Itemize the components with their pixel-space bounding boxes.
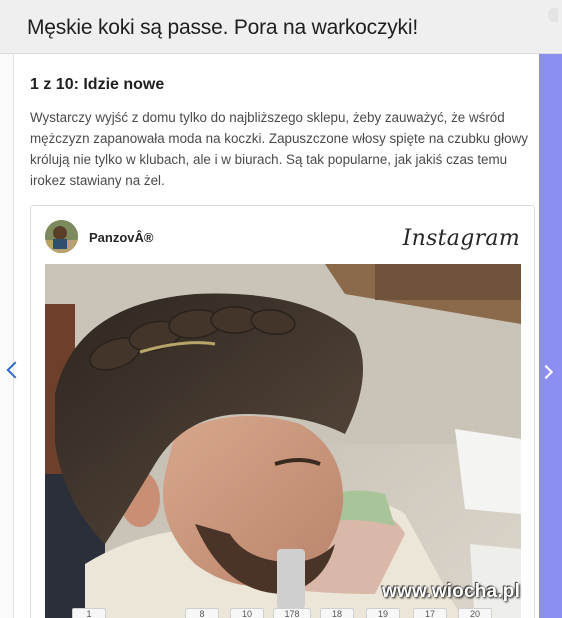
page-link[interactable]: 20 <box>458 608 492 618</box>
page-link[interactable]: 8 <box>185 608 219 618</box>
slide-counter: 1 z 10: Idzie nowe <box>30 76 165 93</box>
prev-slide-area[interactable] <box>0 54 14 618</box>
page-link[interactable]: 10 <box>230 608 264 618</box>
site-watermark: www.wiocha.pl <box>382 581 521 602</box>
page-title: Męskie koki są passe. Pora na warkoczyki… <box>27 16 418 39</box>
avatar[interactable] <box>45 220 78 253</box>
page-header: Męskie koki są passe. Pora na warkoczyki… <box>0 0 562 54</box>
page-link[interactable]: 17 <box>413 608 447 618</box>
instagram-embed: PanzovÂ® Instagram <box>30 205 535 618</box>
page-link[interactable]: 1 <box>72 608 106 618</box>
post-photo <box>45 264 521 618</box>
next-slide-area[interactable] <box>539 54 562 618</box>
avatar-image <box>45 220 78 253</box>
instagram-logo[interactable]: Instagram <box>403 226 520 251</box>
photo-illustration <box>45 264 521 618</box>
page-link[interactable]: 18 <box>320 608 354 618</box>
page-link[interactable]: 19 <box>366 608 400 618</box>
header-corner <box>548 8 558 22</box>
page-link[interactable]: 178 <box>273 608 311 618</box>
slide-description: Wystarczy wyjść z domu tylko do najbliżs… <box>30 110 528 188</box>
username[interactable]: PanzovÂ® <box>89 230 153 245</box>
